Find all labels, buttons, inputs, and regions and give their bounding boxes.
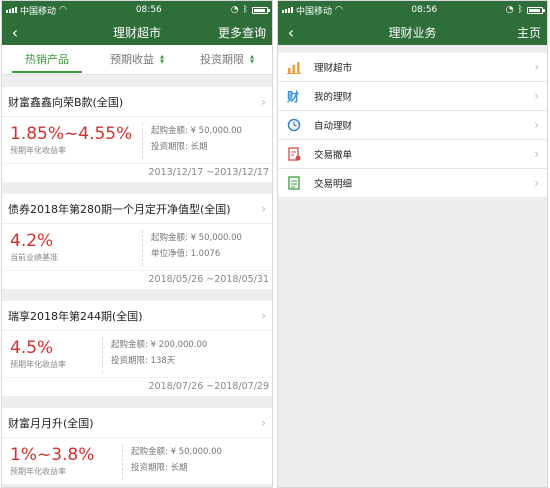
alarm-icon: ◔ [505,5,514,15]
detail-doc-icon [286,175,302,191]
wealth-icon: 财 [286,88,302,104]
chevron-right-icon: › [534,89,539,103]
home-button[interactable]: 主页 [517,24,547,41]
product-card[interactable]: 财富鑫鑫向荣B款(全国) › 1.85%~4.55% 预期年化收益率 起购金额:… [2,87,272,182]
product-nav-value: 单位净值: 1.0076 [151,249,221,259]
tab-investment-term[interactable]: 投资期限 ▲ ▼ [182,45,272,75]
chevron-left-icon: ‹ [11,22,19,42]
product-term: 投资期限: 长期 [131,463,188,473]
chevron-right-icon: › [534,60,539,74]
chevron-right-icon: › [534,176,539,190]
status-bar: 中国移动 ◠ 08:56 ◔ ᛒ [278,1,547,19]
rate-label: 预期年化收益率 [10,146,66,155]
chevron-right-icon: › [534,118,539,132]
nav-bar: ‹ 理财超市 更多查询 [2,19,272,45]
signal-icon [6,7,17,13]
battery-icon [526,6,545,14]
chevron-right-icon: › [261,94,266,109]
product-term: 投资期限: 长期 [151,142,208,152]
product-name: 财富鑫鑫向荣B款(全国) [8,95,124,109]
product-name-row: 瑞享2018年第244期(全国) › [2,301,272,331]
carrier-label: 中国移动 [296,6,333,17]
sort-icon: ▲ ▼ [250,53,254,65]
page-title: 理财业务 [388,25,437,40]
filter-bar: 热销产品 预期收益 ▲ ▼ 投资期限 ▲ ▼ [2,45,272,75]
product-card[interactable]: 债券2018年第280期一个月定开净值型(全国) › 4.2% 当前业绩基准 起… [2,194,272,289]
chevron-left-icon: ‹ [287,22,295,42]
product-name-row: 财富月月升(全国) › [2,408,272,438]
min-amount: 起购金额: ¥ 200,000.00 [111,340,208,350]
menu-item-trade-detail[interactable]: 交易明细 › [278,169,547,198]
product-rate: 1.85%~4.55% [10,124,133,144]
bluetooth-icon: ᛒ [517,5,523,15]
product-dates: 2013/12/17 ~2013/12/17 [2,163,272,182]
bluetooth-icon: ᛒ [242,5,248,15]
menu-item-wealth-market[interactable]: 理财超市 › [278,53,547,82]
product-name-row: 财富鑫鑫向荣B款(全国) › [2,87,272,117]
product-rate: 4.2% [10,231,54,251]
tab-label: 热销产品 [25,52,69,66]
product-rate: 1%~3.8% [10,445,95,465]
business-menu: 理财超市 › 财 我的理财 › 自动理财 › 交易撤单 › 交易明细 › [278,53,547,198]
app-root: 中国移动 ◠ 08:56 ◔ ᛒ ‹ 理财超市 更多查询 热销产品 预期收益 ▲… [0,0,550,488]
alarm-icon: ◔ [230,5,239,15]
product-name: 财富月月升(全国) [8,416,94,430]
right-screen: 中国移动 ◠ 08:56 ◔ ᛒ ‹ 理财业务 主页 理财超市 › 财 我的理财… [277,0,548,488]
menu-item-label: 理财超市 [314,63,353,74]
product-name-row: 债券2018年第280期一个月定开净值型(全国) › [2,194,272,224]
product-details: 4.2% 当前业绩基准 起购金额: ¥ 50,000.00 单位净值: 1.00… [2,224,272,270]
back-button[interactable]: ‹ [2,19,28,45]
product-details: 4.5% 预期年化收益率 起购金额: ¥ 200,000.00 投资期限: 13… [2,331,272,377]
min-amount: 起购金额: ¥ 50,000.00 [151,233,242,243]
sort-icon: ▲ ▼ [160,53,164,65]
product-details: 1%~3.8% 预期年化收益率 起购金额: ¥ 50,000.00 投资期限: … [2,438,272,484]
chevron-right-icon: › [534,147,539,161]
status-time: 08:56 [135,5,162,15]
menu-item-cancel-trade[interactable]: 交易撤单 › [278,140,547,169]
menu-item-label: 自动理财 [314,121,353,132]
battery-icon [251,6,270,14]
menu-item-my-wealth[interactable]: 财 我的理财 › [278,82,547,111]
rate-label: 预期年化收益率 [10,467,66,476]
menu-item-label: 交易明细 [314,179,353,190]
chevron-right-icon: › [261,415,266,430]
product-card[interactable]: 瑞享2018年第244期(全国) › 4.5% 预期年化收益率 起购金额: ¥ … [2,301,272,396]
status-time: 08:56 [411,5,438,15]
min-amount: 起购金额: ¥ 50,000.00 [131,447,222,457]
tab-hot-products[interactable]: 热销产品 [2,45,92,75]
rate-label: 当前业绩基准 [10,253,58,262]
signal-icon [282,7,293,13]
product-details: 1.85%~4.55% 预期年化收益率 起购金额: ¥ 50,000.00 投资… [2,117,272,163]
product-dates: 2018/05/26 ~2018/05/31 [2,270,272,289]
product-name: 瑞享2018年第244期(全国) [8,309,143,323]
carrier-label: 中国移动 [20,6,57,17]
menu-item-label: 交易撤单 [314,150,353,161]
more-query-button[interactable]: 更多查询 [218,24,272,41]
product-card[interactable]: 财富月月升(全国) › 1%~3.8% 预期年化收益率 起购金额: ¥ 50,0… [2,408,272,484]
bar-chart-icon [286,59,302,75]
chevron-right-icon: › [261,308,266,323]
wifi-icon: ◠ [335,5,343,15]
back-button[interactable]: ‹ [278,19,304,45]
product-name: 债券2018年第280期一个月定开净值型(全国) [8,202,231,216]
menu-item-auto-wealth[interactable]: 自动理财 › [278,111,547,140]
svg-text:财: 财 [287,89,299,103]
menu-item-label: 我的理财 [314,92,353,103]
min-amount: 起购金额: ¥ 50,000.00 [151,126,242,136]
product-dates: 2018/07/26 ~2018/07/29 [2,377,272,396]
tab-label: 投资期限 [200,52,245,66]
cancel-doc-icon [286,146,302,162]
wifi-icon: ◠ [59,5,67,15]
tab-label: 预期收益 [110,52,155,66]
tab-expected-return[interactable]: 预期收益 ▲ ▼ [92,45,182,75]
clock-icon [286,117,302,133]
chevron-right-icon: › [261,201,266,216]
left-screen: 中国移动 ◠ 08:56 ◔ ᛒ ‹ 理财超市 更多查询 热销产品 预期收益 ▲… [1,0,273,488]
product-term: 投资期限: 138天 [111,356,176,366]
rate-label: 预期年化收益率 [10,360,66,369]
nav-bar: ‹ 理财业务 主页 [278,19,547,45]
status-bar: 中国移动 ◠ 08:56 ◔ ᛒ [2,1,272,19]
product-rate: 4.5% [10,338,54,358]
